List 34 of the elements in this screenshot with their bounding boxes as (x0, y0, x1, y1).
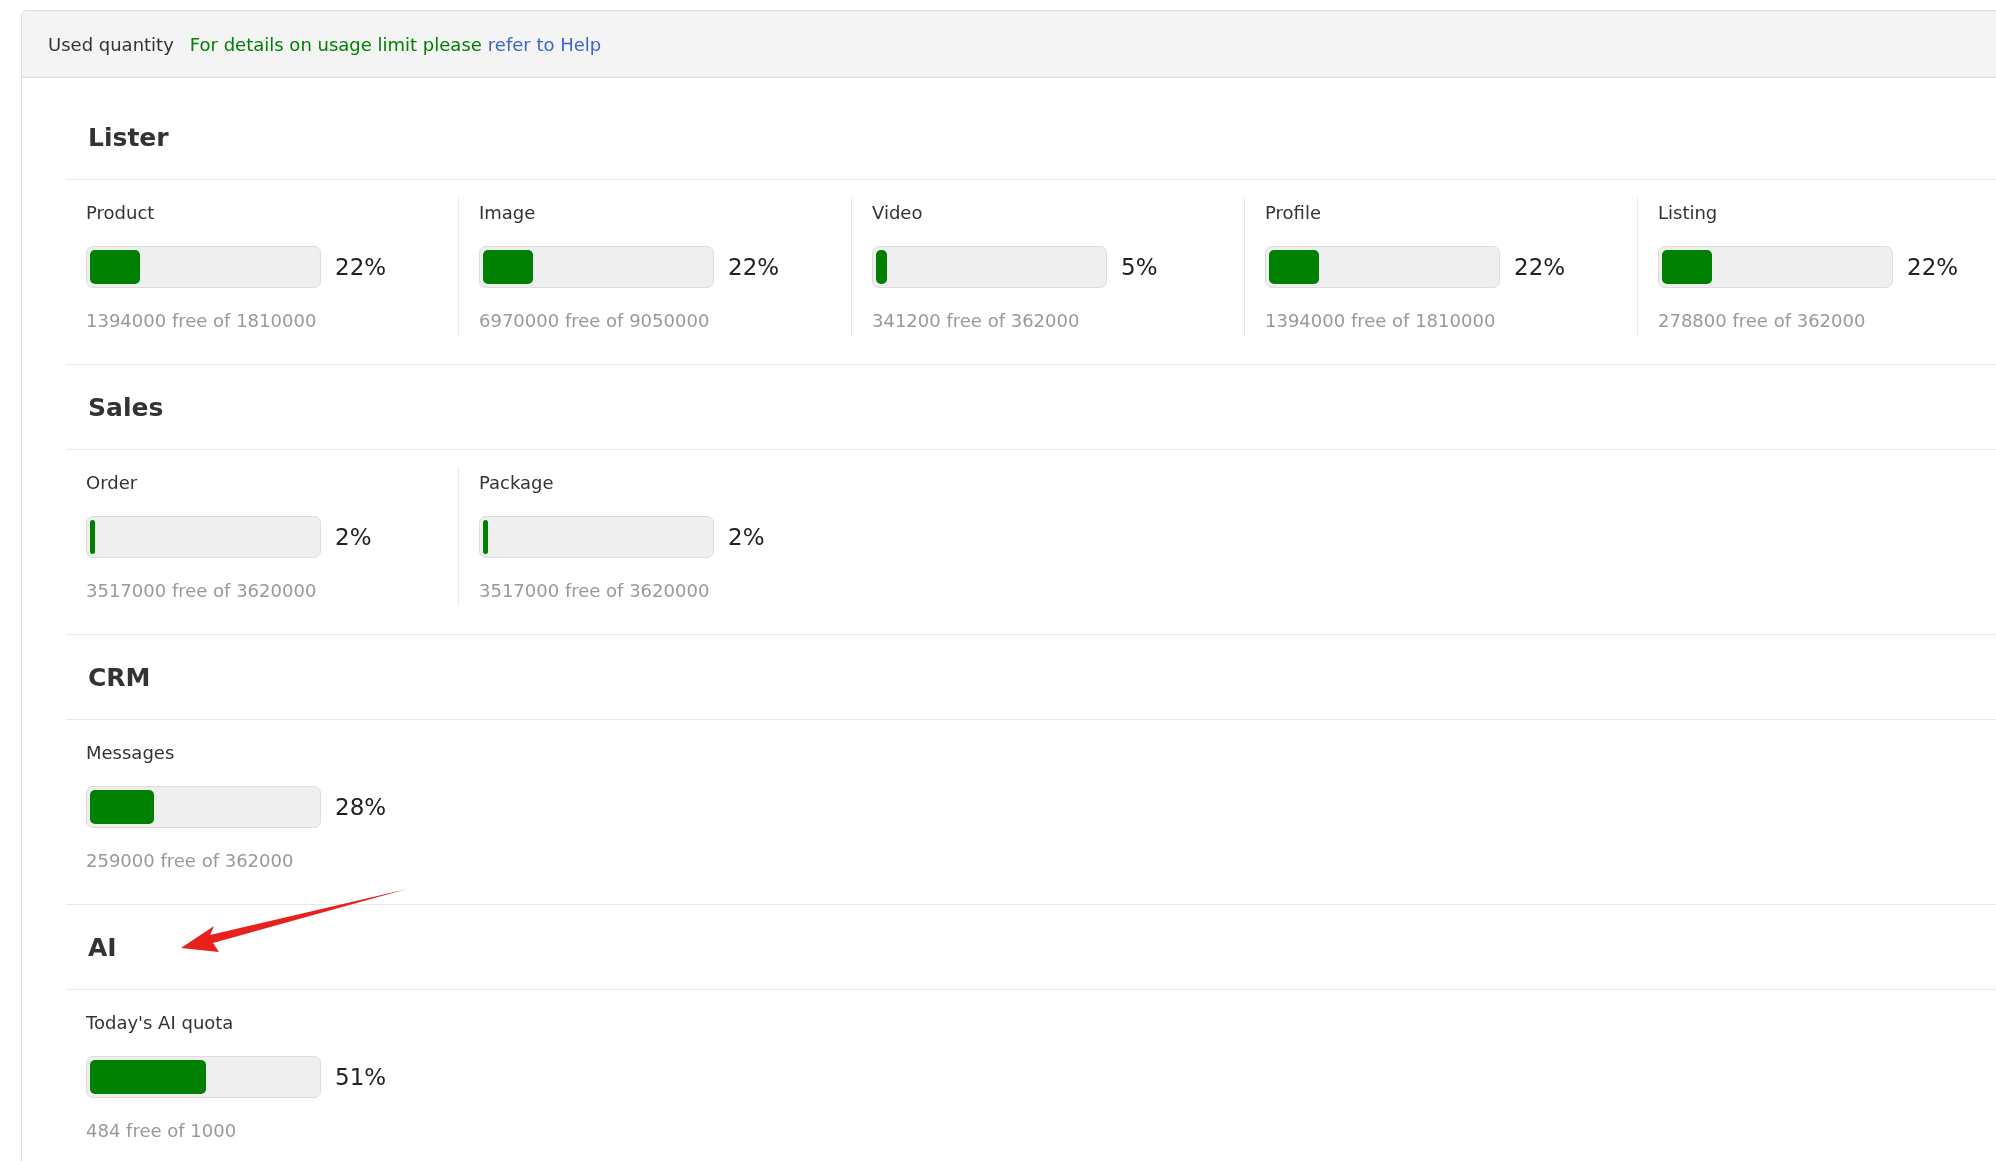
quota-label: Today's AI quota (86, 1011, 235, 1035)
help-link[interactable]: refer to Help (487, 30, 602, 58)
free-quota-text: 6970000 free of 9050000 (479, 309, 711, 333)
section-heading: AI (88, 933, 117, 963)
quota-label: Product (86, 201, 156, 225)
free-quota-text: 1394000 free of 1810000 (1265, 309, 1497, 333)
section-heading: Lister (88, 123, 169, 153)
free-quota-text: 484 free of 1000 (86, 1119, 238, 1143)
percent-text: 22% (1514, 252, 1566, 282)
free-quota-text: 278800 free of 362000 (1658, 309, 1867, 333)
percent-text: 2% (335, 522, 372, 552)
free-quota-text: 3517000 free of 3620000 (479, 579, 711, 603)
free-quota-text: 259000 free of 362000 (86, 849, 295, 873)
quota-label: Image (479, 201, 537, 225)
quota-label: Messages (86, 741, 176, 765)
header-title: Used quantity (48, 32, 174, 57)
section-heading: CRM (88, 663, 151, 693)
percent-text: 28% (335, 792, 387, 822)
free-quota-text: 1394000 free of 1810000 (86, 309, 318, 333)
percent-text: 51% (335, 1062, 387, 1092)
percent-text: 22% (728, 252, 780, 282)
percent-text: 2% (728, 522, 765, 552)
free-quota-text: 3517000 free of 3620000 (86, 579, 318, 603)
quota-label: Video (872, 201, 924, 225)
quota-label: Profile (1265, 201, 1322, 225)
usage-note-text: For details on usage limit please (189, 32, 482, 57)
percent-text: 22% (1907, 252, 1959, 282)
percent-text: 22% (335, 252, 387, 282)
free-quota-text: 341200 free of 362000 (872, 309, 1081, 333)
section-heading: Sales (88, 393, 164, 423)
quota-label: Package (479, 471, 555, 495)
quota-label: Listing (1658, 201, 1719, 225)
percent-text: 5% (1121, 252, 1158, 282)
quota-label: Order (86, 471, 139, 495)
